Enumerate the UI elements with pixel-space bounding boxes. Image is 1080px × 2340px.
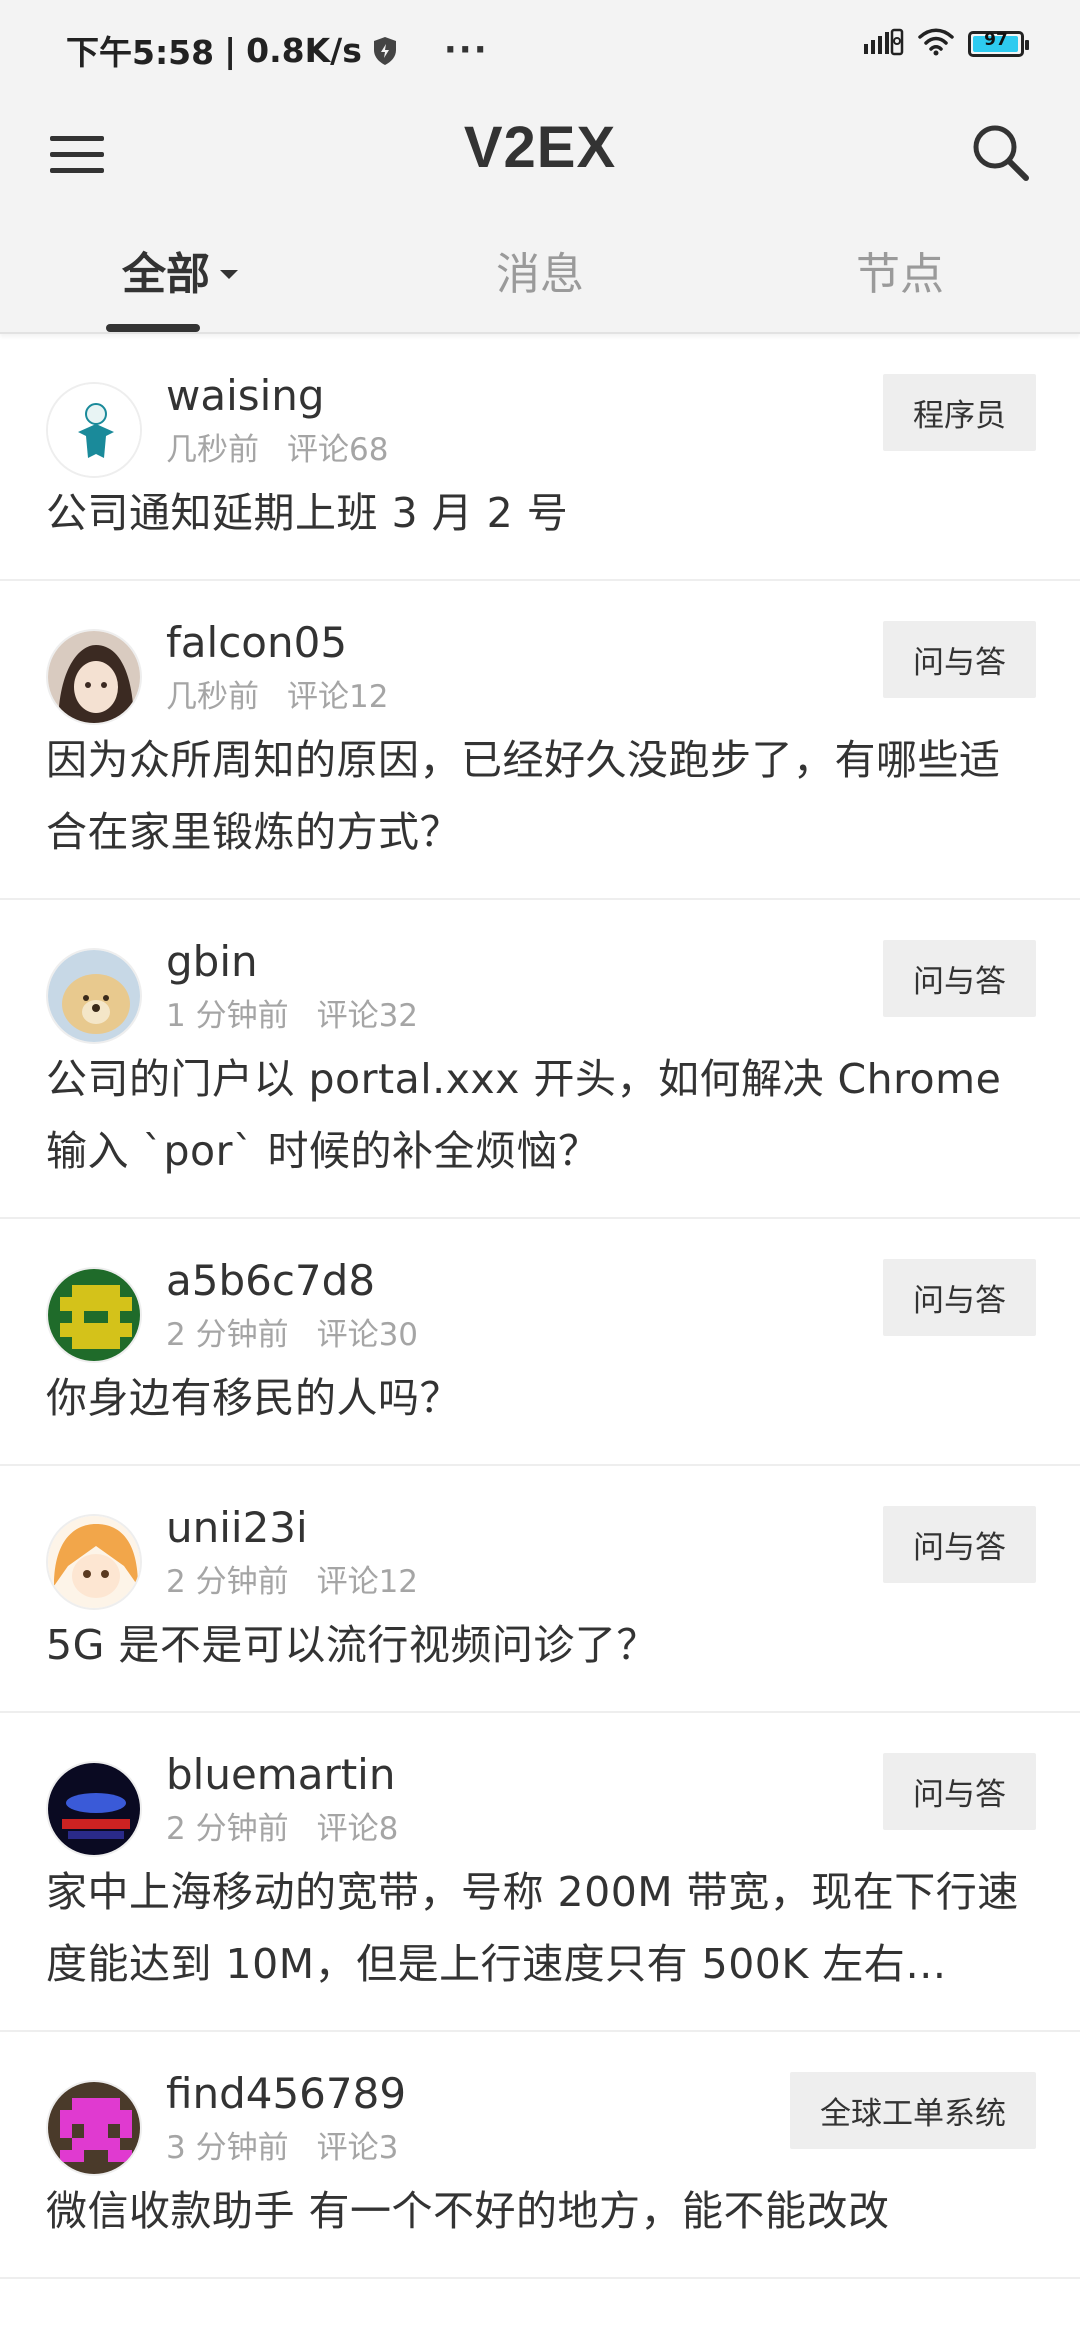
post-time: 2 分钟前 <box>166 1317 289 1353</box>
tab-messages[interactable]: 消息 <box>360 210 720 332</box>
battery-icon: 97 <box>968 30 1029 57</box>
post-time: 2 分钟前 <box>166 1811 289 1847</box>
list-item[interactable]: gbin 1 分钟前 评论32 问与答 公司的门户以 portal.xxx 开头，… <box>0 900 1080 1219</box>
app-bar: V2EX <box>0 96 1080 210</box>
comment-count: 评论3 <box>316 2130 399 2166</box>
topic-feed: waising 几秒前 评论68 程序员 公司通知延期上班 3 月 2 号 fal… <box>0 334 1080 2279</box>
search-icon[interactable] <box>968 120 1032 184</box>
comment-count: 评论30 <box>316 1317 419 1353</box>
status-left: 下午5:58 | 0.8K/s ··· <box>66 26 489 74</box>
comment-count: 评论32 <box>316 998 419 1034</box>
avatar[interactable] <box>46 382 142 478</box>
wifi-icon <box>918 28 954 60</box>
list-item[interactable]: a5b6c7d8 2 分钟前 评论30 问与答 你身边有移民的人吗？ <box>0 1219 1080 1466</box>
status-right: 97 <box>864 28 1029 60</box>
status-time: 下午5:58 <box>66 33 215 72</box>
post-title[interactable]: 家中上海移动的宽带，号称 200M 带宽，现在下行速度能达到 10M，但是上行速… <box>46 1856 1036 2000</box>
tab-nodes-label: 节点 <box>856 249 944 300</box>
avatar[interactable] <box>46 1761 142 1857</box>
comment-count: 评论8 <box>316 1811 399 1847</box>
avatar[interactable] <box>46 1514 142 1610</box>
node-tag[interactable]: 全球工单系统 <box>790 2072 1036 2149</box>
node-tag[interactable]: 问与答 <box>883 621 1036 698</box>
post-title[interactable]: 5G 是不是可以流行视频问诊了？ <box>46 1609 1036 1681</box>
avatar[interactable] <box>46 948 142 1044</box>
tab-bar: 全部 消息 节点 <box>0 210 1080 334</box>
shield-icon <box>372 35 398 65</box>
post-title[interactable]: 公司的门户以 portal.xxx 开头，如何解决 Chrome 输入 `por… <box>46 1043 1036 1187</box>
post-title[interactable]: 因为众所周知的原因，已经好久没跑步了，有哪些适合在家里锻炼的方式？ <box>46 724 1036 868</box>
tab-all-label: 全部 <box>122 249 210 300</box>
list-item[interactable]: bluemartin 2 分钟前 评论8 问与答 家中上海移动的宽带，号称 200… <box>0 1713 1080 2032</box>
post-time: 1 分钟前 <box>166 998 289 1034</box>
status-separator: | <box>224 30 237 70</box>
list-item[interactable]: falcon05 几秒前 评论12 问与答 因为众所周知的原因，已经好久没跑步了，… <box>0 581 1080 900</box>
tab-all[interactable]: 全部 <box>0 210 360 332</box>
comment-count: 评论12 <box>287 679 389 715</box>
more-notifications-icon: ··· <box>443 30 489 70</box>
avatar[interactable] <box>46 1267 142 1363</box>
battery-level: 97 <box>984 30 1008 50</box>
post-time: 几秒前 <box>166 432 259 468</box>
tab-messages-label: 消息 <box>496 249 584 300</box>
post-title[interactable]: 微信收款助手 有一个不好的地方，能不能改改 <box>46 2175 1036 2247</box>
post-time: 3 分钟前 <box>166 2130 289 2166</box>
avatar[interactable] <box>46 2080 142 2176</box>
list-item[interactable]: waising 几秒前 评论68 程序员 公司通知延期上班 3 月 2 号 <box>0 334 1080 581</box>
post-title[interactable]: 公司通知延期上班 3 月 2 号 <box>46 477 1036 549</box>
comment-count: 评论12 <box>316 1564 419 1600</box>
node-tag[interactable]: 问与答 <box>883 940 1036 1017</box>
caret-down-icon <box>220 269 238 279</box>
post-title[interactable]: 你身边有移民的人吗？ <box>46 1362 1036 1434</box>
list-item[interactable]: unii23i 2 分钟前 评论12 问与答 5G 是不是可以流行视频问诊了？ <box>0 1466 1080 1713</box>
tab-nodes[interactable]: 节点 <box>720 210 1080 332</box>
signal-icon <box>864 28 904 60</box>
status-bar: 下午5:58 | 0.8K/s ··· 97 <box>0 0 1080 96</box>
avatar[interactable] <box>46 629 142 725</box>
node-tag[interactable]: 问与答 <box>883 1753 1036 1830</box>
list-item[interactable]: find456789 3 分钟前 评论3 全球工单系统 微信收款助手 有一个不好的… <box>0 2032 1080 2279</box>
network-speed: 0.8K/s <box>246 30 362 70</box>
comment-count: 评论68 <box>287 432 389 468</box>
node-tag[interactable]: 程序员 <box>883 374 1036 451</box>
node-tag[interactable]: 问与答 <box>883 1506 1036 1583</box>
app-title: V2EX <box>463 115 617 180</box>
post-time: 2 分钟前 <box>166 1564 289 1600</box>
node-tag[interactable]: 问与答 <box>883 1259 1036 1336</box>
active-tab-indicator <box>106 324 200 332</box>
post-time: 几秒前 <box>166 679 259 715</box>
